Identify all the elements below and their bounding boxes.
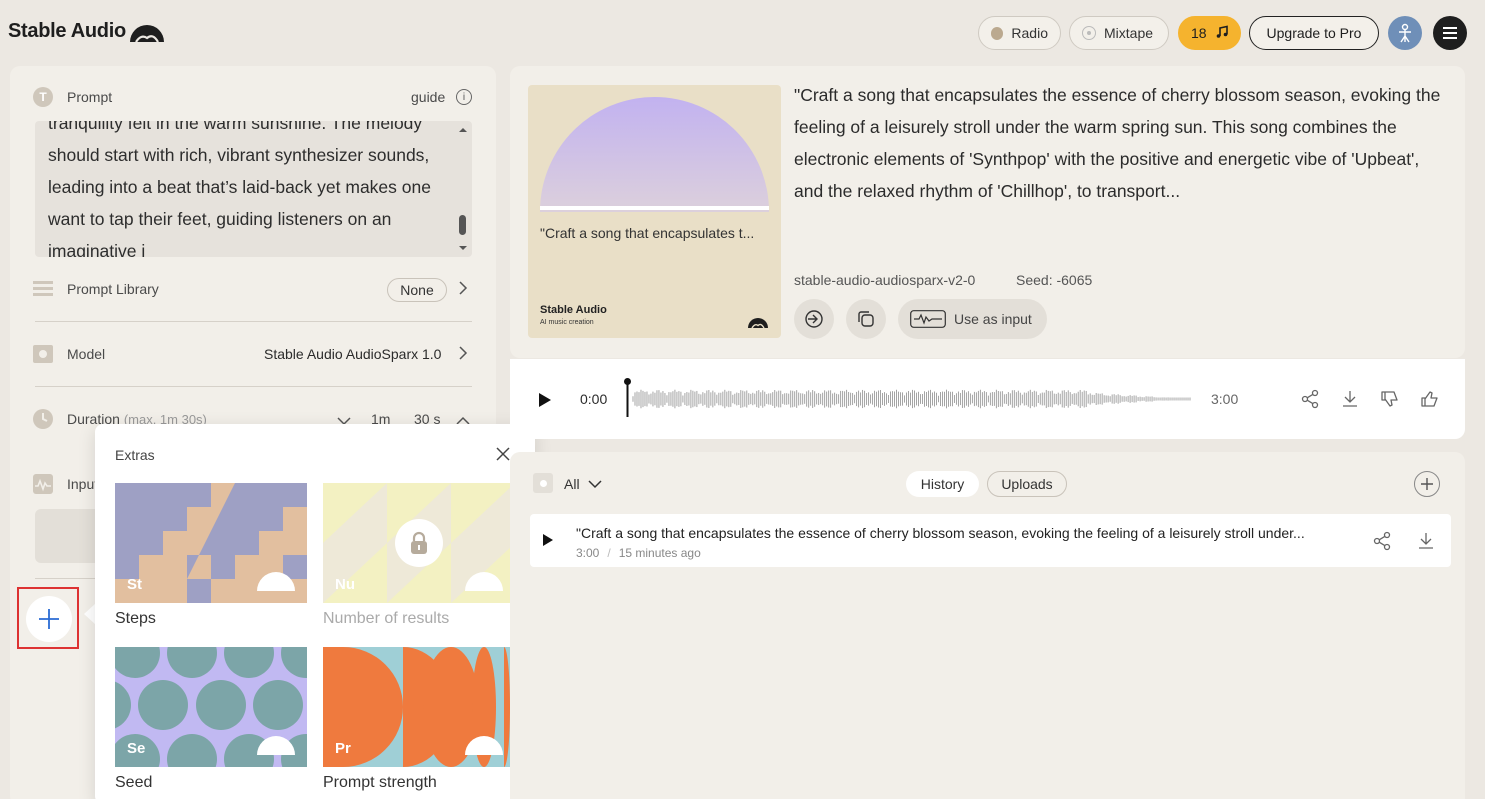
plus-icon <box>39 609 59 629</box>
number-of-results-abbr: Nu <box>335 576 355 593</box>
model-value[interactable]: Stable Audio AudioSparx 1.0 <box>264 346 441 362</box>
logo-icon <box>747 315 769 333</box>
divider <box>35 578 95 579</box>
prompt-icon: T <box>33 87 53 107</box>
history-item-duration: 3:00 <box>576 546 600 560</box>
seed-label[interactable]: Seed <box>115 774 152 792</box>
filter-value: All <box>564 476 580 492</box>
credits-button[interactable]: 18 <box>1178 16 1241 50</box>
prompt-library-label[interactable]: Prompt Library <box>67 281 159 297</box>
history-item[interactable]: "Craft a song that encapsulates the esse… <box>530 514 1451 567</box>
waveform-icon <box>910 310 946 328</box>
guide-link[interactable]: guide <box>411 89 445 105</box>
mixtape-icon <box>1082 26 1096 40</box>
tab-uploads[interactable]: Uploads <box>987 471 1067 497</box>
history-card <box>510 452 1465 799</box>
plus-icon <box>1421 478 1433 490</box>
app-logo-text[interactable]: Stable Audio <box>8 20 126 43</box>
steps-abbr: St <box>127 576 142 593</box>
filter-dropdown[interactable]: All <box>564 476 602 492</box>
thumbs-up-icon[interactable] <box>1420 389 1440 409</box>
radio-button[interactable]: Radio <box>978 16 1061 50</box>
album-divider <box>540 206 769 210</box>
extras-title: Extras <box>115 447 155 463</box>
album-subtitle: AI music creation <box>540 319 594 326</box>
divider <box>35 321 472 322</box>
seed-tile[interactable]: Se <box>115 647 307 767</box>
divider <box>35 386 472 387</box>
model-icon <box>33 345 53 363</box>
chevron-right-icon[interactable] <box>458 346 468 365</box>
model-label: Model <box>67 346 106 362</box>
upgrade-button[interactable]: Upgrade to Pro <box>1249 16 1379 50</box>
radio-label: Radio <box>1011 25 1048 41</box>
share-icon[interactable] <box>1372 531 1392 556</box>
history-item-title: "Craft a song that encapsulates the esse… <box>576 525 1305 541</box>
play-icon[interactable] <box>542 533 554 552</box>
info-icon[interactable]: i <box>456 89 472 105</box>
download-icon[interactable] <box>1416 531 1436 556</box>
use-as-input-button[interactable]: Use as input <box>898 299 1047 339</box>
chevron-right-icon[interactable] <box>458 281 468 298</box>
model-id: stable-audio-audiosparx-v2-0 <box>794 272 976 288</box>
input-label: Input <box>67 476 99 492</box>
avatar[interactable] <box>1388 16 1422 50</box>
lock-icon <box>395 519 443 567</box>
chevron-down-icon <box>588 480 602 489</box>
prompt-strength-abbr: Pr <box>335 740 351 757</box>
share-icon[interactable] <box>1300 389 1320 409</box>
prompt-strength-tile[interactable]: Pr <box>323 647 515 767</box>
album-art[interactable]: "Craft a song that encapsulates t... Sta… <box>528 85 781 338</box>
prompt-strength-label[interactable]: Prompt strength <box>323 774 437 792</box>
steps-tile[interactable]: St <box>115 483 307 603</box>
meta-separator: / <box>607 546 611 560</box>
close-icon[interactable] <box>496 447 510 466</box>
use-as-input-label: Use as input <box>954 311 1032 327</box>
total-time: 3:00 <box>1211 391 1239 407</box>
credits-count: 18 <box>1191 25 1207 41</box>
arrow-in-icon <box>805 310 823 328</box>
filter-icon <box>533 473 553 493</box>
library-value[interactable]: None <box>387 278 447 302</box>
clock-icon <box>33 409 53 434</box>
playhead-knob <box>624 378 631 385</box>
add-extras-button[interactable] <box>26 596 72 642</box>
prompt-label: Prompt <box>67 89 113 105</box>
menu-button[interactable] <box>1433 16 1467 50</box>
mixtape-button[interactable]: Mixtape <box>1069 16 1169 50</box>
extras-popover: Extras St Steps Nu Number of results Se … <box>95 424 535 799</box>
copy-icon <box>858 311 874 327</box>
duplicate-button[interactable] <box>846 299 886 339</box>
waveform-scrubber[interactable] <box>624 378 1194 417</box>
upload-add-button[interactable] <box>1414 471 1440 497</box>
logo-icon <box>128 22 166 47</box>
library-icon <box>33 280 53 303</box>
variation-button[interactable] <box>794 299 834 339</box>
download-icon[interactable] <box>1340 389 1360 409</box>
album-semicircle <box>540 97 769 212</box>
popover-caret <box>84 604 95 624</box>
radio-icon <box>991 26 1004 40</box>
thumbs-down-icon[interactable] <box>1380 389 1400 409</box>
mixtape-label: Mixtape <box>1104 25 1154 41</box>
play-icon[interactable] <box>538 392 552 413</box>
album-brand: Stable Audio <box>540 304 607 316</box>
number-of-results-label: Number of results <box>323 610 450 627</box>
current-time: 0:00 <box>580 391 608 407</box>
history-item-meta: 3:00 / 15 minutes ago <box>576 546 701 560</box>
number-of-results-tile[interactable]: Nu <box>323 483 515 603</box>
steps-label[interactable]: Steps <box>115 610 156 628</box>
history-item-age: 15 minutes ago <box>618 546 701 560</box>
input-icon <box>33 474 53 499</box>
seed-abbr: Se <box>127 740 146 757</box>
album-caption: "Craft a song that encapsulates t... <box>540 225 755 241</box>
track-description: "Craft a song that encapsulates the esse… <box>794 85 1441 201</box>
seed-value: Seed: -6065 <box>1016 272 1093 288</box>
prompt-scrollbar[interactable] <box>456 123 470 255</box>
prompt-textarea[interactable]: tranquility felt in the warm sunshine. T… <box>35 121 472 257</box>
tab-history[interactable]: History <box>906 471 979 497</box>
prompt-text: tranquility felt in the warm sunshine. T… <box>48 121 431 257</box>
music-note-icon <box>1215 25 1229 42</box>
